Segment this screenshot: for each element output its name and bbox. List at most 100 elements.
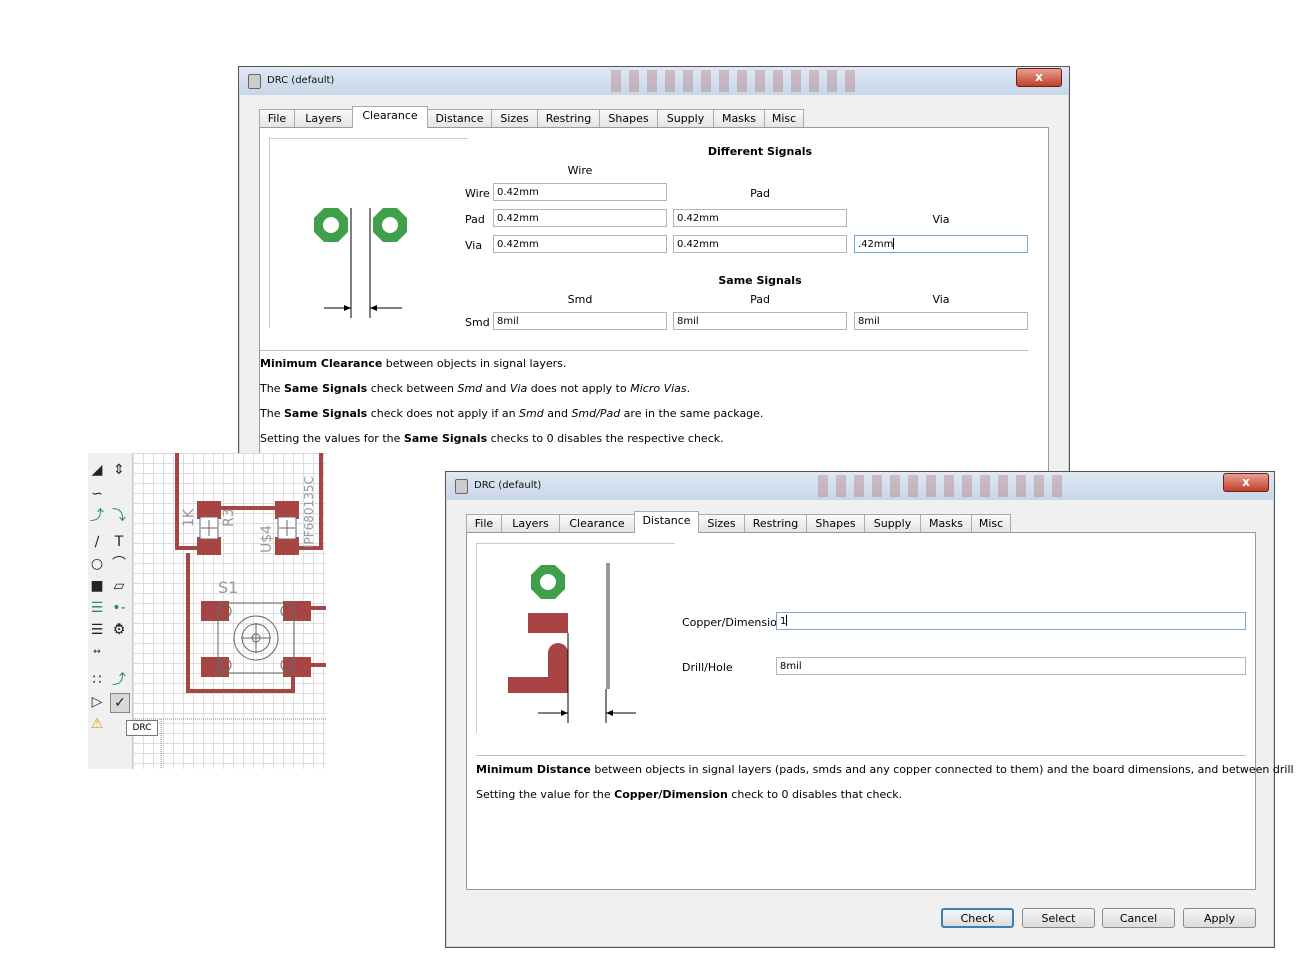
smd-pad-input[interactable]: 8mil: [673, 312, 847, 330]
miter-tool-icon[interactable]: ◢: [88, 461, 106, 479]
via-via-value: .42mm: [858, 239, 894, 250]
dimension-tool-icon[interactable]: ↔: [88, 643, 106, 661]
erc-tool-icon[interactable]: ▷: [88, 693, 106, 711]
text-tool-icon[interactable]: T: [110, 533, 128, 551]
tab-sizes[interactable]: Sizes: [698, 514, 745, 532]
row-smd-label: Smd: [465, 316, 490, 329]
resistor-name-label: R3: [221, 508, 237, 527]
wire-wire-input[interactable]: 0.42mm: [493, 183, 667, 201]
window-title: DRC (default): [267, 75, 335, 86]
drill-hole-input[interactable]: 8mil: [776, 657, 1246, 675]
drc-tool-icon[interactable]: ✓: [110, 693, 130, 713]
autorouter-tool-icon[interactable]: ⤴: [110, 671, 128, 689]
drc-window-distance: DRC (default) x File Layers Clearance Di…: [445, 471, 1296, 948]
tab-misc[interactable]: Misc: [971, 514, 1011, 532]
text-caret: [893, 238, 895, 249]
ripup-tool-icon[interactable]: ⤵: [110, 507, 128, 525]
tab-bar: File Layers Clearance Distance Sizes Res…: [466, 511, 1026, 533]
copper-dimension-label: Copper/Dimension: [682, 616, 784, 629]
via-via-input[interactable]: .42mm: [854, 235, 1028, 253]
check-button[interactable]: Check: [941, 908, 1014, 928]
copper-trace: [508, 643, 568, 693]
ic-name-label: U$4: [259, 525, 275, 553]
switch-name-label: S1: [218, 578, 238, 597]
attribute-tool-icon[interactable]: ⚙: [110, 621, 128, 639]
tab-bar: File Layers Clearance Distance Sizes Res…: [259, 106, 819, 128]
text-caret: [786, 615, 788, 626]
board-editor: ◢ ⇕ ∽ ⤴ ⤵ ∕ T ○ ⌒ ■ ▱ ☰ •-• ☰ ⚙ ↔ ∷ ⤴ ▷ …: [88, 453, 326, 769]
row-pad-label: Pad: [465, 213, 485, 226]
tab-misc[interactable]: Misc: [764, 109, 804, 127]
route-tool-icon[interactable]: ⤴: [88, 507, 106, 525]
smd-via-input[interactable]: 8mil: [854, 312, 1028, 330]
window-title: DRC (default): [474, 480, 542, 491]
tab-restring[interactable]: Restring: [744, 514, 807, 532]
background-ghost: [818, 475, 1068, 497]
wire-tool-icon[interactable]: ∕: [88, 533, 106, 551]
tab-supply[interactable]: Supply: [864, 514, 921, 532]
tab-clearance[interactable]: Clearance: [559, 514, 635, 532]
drc-window-clearance: DRC (default) x File Layers Clearance Di…: [238, 66, 1070, 488]
same-signals-heading: Same Signals: [718, 274, 802, 287]
row-via-label: Via: [465, 239, 483, 252]
tab-masks[interactable]: Masks: [713, 109, 765, 127]
circle-tool-icon[interactable]: ○: [88, 555, 106, 573]
tab-clearance[interactable]: Clearance: [352, 106, 428, 128]
warning-icon[interactable]: ⚠: [88, 715, 106, 733]
app-icon: [455, 479, 468, 494]
distance-illustration: [476, 543, 675, 733]
col-via-label-same: Via: [932, 293, 950, 306]
clearance-illustration: [269, 138, 468, 328]
smd-pad: [528, 613, 568, 633]
copper-dimension-input[interactable]: 1: [776, 612, 1246, 630]
resistor-value-label: 1K: [181, 508, 197, 527]
board-dimension: [606, 563, 610, 689]
different-signals-heading: Different Signals: [707, 145, 813, 158]
hole-tool-icon[interactable]: ☰: [88, 621, 106, 639]
clearance-panel: Different Signals Wire Pad Via Wire Pad …: [259, 127, 1049, 488]
close-button[interactable]: x: [1223, 473, 1269, 492]
tab-file[interactable]: File: [259, 109, 295, 127]
board-drawing: 1K R3 U$4 IPF680135C S1: [133, 453, 326, 769]
select-button[interactable]: Select: [1022, 908, 1095, 928]
pad-wire-input[interactable]: 0.42mm: [493, 209, 667, 227]
pad-pad-input[interactable]: 0.42mm: [673, 209, 847, 227]
apply-button[interactable]: Apply: [1183, 908, 1256, 928]
col-smd-label: Smd: [567, 293, 593, 306]
arc-tool-icon[interactable]: ⌒: [110, 555, 128, 573]
title-bar[interactable]: DRC (default) x: [239, 67, 1069, 95]
cancel-button[interactable]: Cancel: [1102, 908, 1175, 928]
tab-shapes[interactable]: Shapes: [599, 109, 658, 127]
rect-tool-icon[interactable]: ■: [88, 577, 106, 595]
close-button[interactable]: x: [1016, 68, 1062, 87]
tab-supply[interactable]: Supply: [657, 109, 714, 127]
tab-shapes[interactable]: Shapes: [806, 514, 865, 532]
title-bar[interactable]: DRC (default) x: [446, 472, 1274, 500]
desc-line-4: Setting the values for the Same Signals …: [260, 432, 724, 445]
background-ghost: [611, 70, 861, 92]
ratsnest-tool-icon[interactable]: ∷: [88, 671, 106, 689]
tab-restring[interactable]: Restring: [537, 109, 600, 127]
drill-hole-label: Drill/Hole: [682, 661, 733, 674]
polygon-tool-icon[interactable]: ▱: [110, 577, 128, 595]
tab-distance[interactable]: Distance: [427, 109, 492, 127]
col-wire-label: Wire: [567, 164, 593, 177]
col-pad-label-same: Pad: [750, 293, 770, 306]
tab-sizes[interactable]: Sizes: [491, 109, 538, 127]
tab-file[interactable]: File: [466, 514, 502, 532]
smd-smd-input[interactable]: 8mil: [493, 312, 667, 330]
split-tool-icon[interactable]: ⇕: [110, 461, 128, 479]
tab-layers[interactable]: Layers: [294, 109, 353, 127]
tab-masks[interactable]: Masks: [920, 514, 972, 532]
via-tool-icon[interactable]: ☰: [88, 599, 106, 617]
via-pad-input[interactable]: 0.42mm: [673, 235, 847, 253]
meander-tool-icon[interactable]: ∽: [88, 485, 106, 503]
divider: [260, 350, 1028, 351]
tab-distance[interactable]: Distance: [634, 511, 699, 533]
via-wire-input[interactable]: 0.42mm: [493, 235, 667, 253]
app-icon: [248, 74, 261, 89]
desc-line-2: Setting the value for the Copper/Dimensi…: [476, 788, 903, 801]
signal-tool-icon[interactable]: •-•: [110, 599, 128, 634]
tab-layers[interactable]: Layers: [501, 514, 560, 532]
divider: [476, 755, 1246, 756]
